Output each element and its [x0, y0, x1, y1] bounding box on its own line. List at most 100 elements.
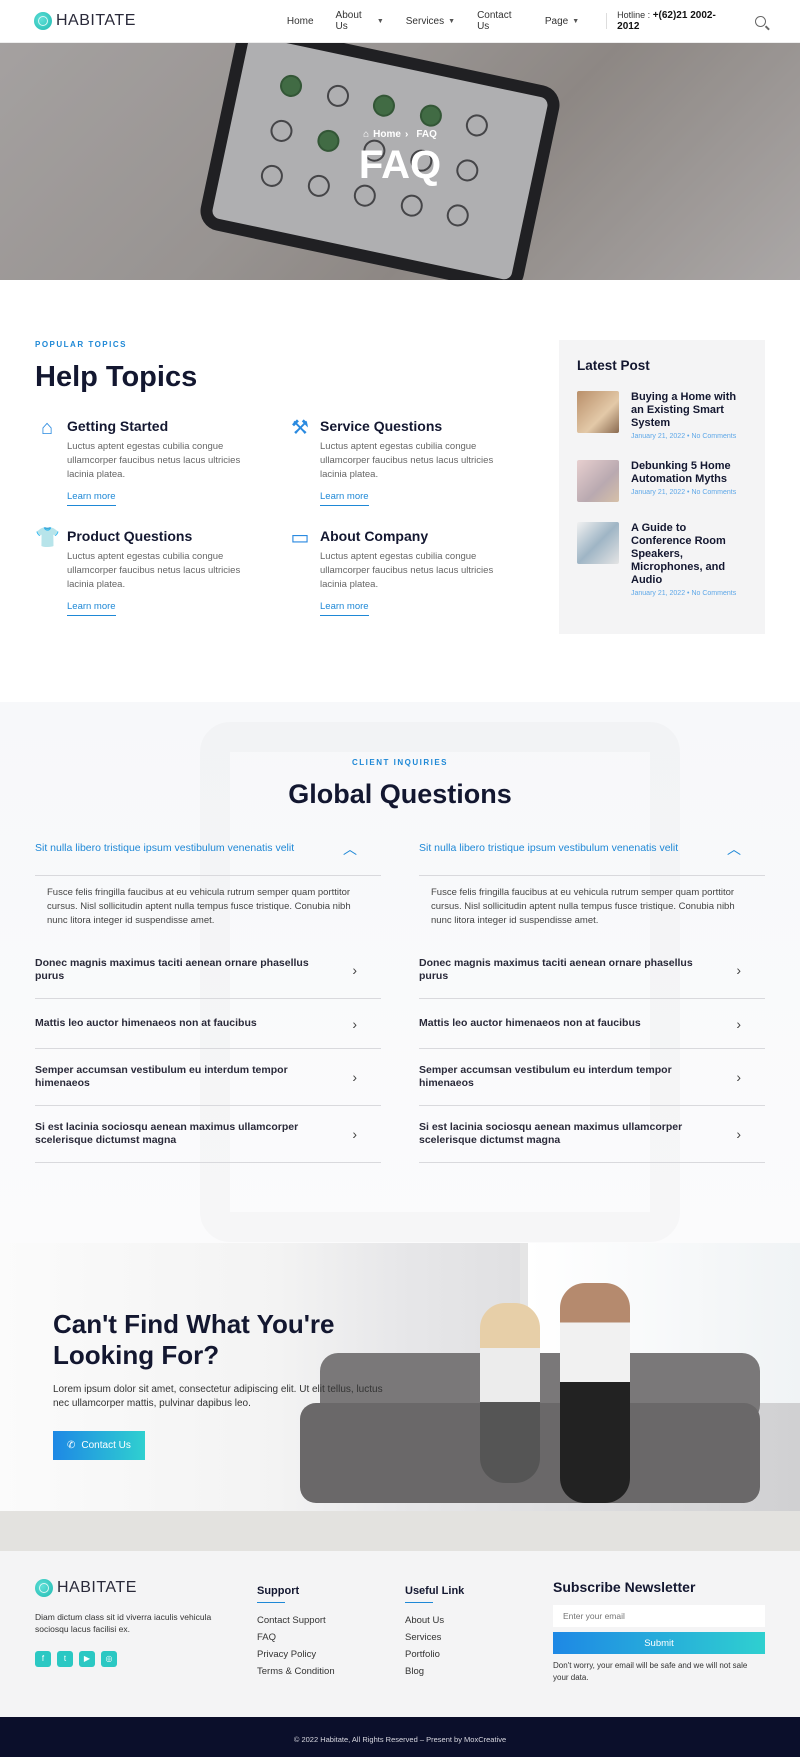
faq-question-open[interactable]: Sit nulla libero tristique ipsum vestibu… [35, 836, 381, 876]
woman-figure-image [480, 1303, 540, 1483]
footer-link[interactable]: Blog [405, 1666, 553, 1677]
nav-services-label: Services [405, 15, 445, 27]
faq-question[interactable]: Si est lacinia sociosqu aenean maximus u… [419, 1106, 765, 1163]
topic-title: About Company [320, 528, 429, 544]
topic-title: Getting Started [67, 418, 169, 434]
faq-question[interactable]: Mattis leo auctor himenaeos non at fauci… [35, 999, 381, 1049]
chevron-right-icon: › [352, 1126, 357, 1142]
nav-home-label: Home [286, 15, 314, 27]
floor-image [0, 1511, 800, 1551]
cta-section: Can't Find What You're Looking For? Lore… [0, 1243, 800, 1551]
divider [606, 13, 608, 29]
post-comments[interactable]: No Comments [691, 489, 736, 496]
footer-link[interactable]: About Us [405, 1615, 553, 1626]
learn-more-link[interactable]: Learn more [320, 601, 369, 616]
breadcrumb: ⌂ Home › FAQ [0, 129, 800, 140]
nav-page[interactable]: Page ▼ [534, 10, 590, 32]
page-hero: ⌂ Home › FAQ FAQ [0, 43, 800, 280]
cta-content: Can't Find What You're Looking For? Lore… [53, 1309, 393, 1460]
footer-link[interactable]: Services [405, 1632, 553, 1643]
faq-question[interactable]: Semper accumsan vestibulum eu interdum t… [35, 1049, 381, 1106]
twitter-icon[interactable]: t [57, 1651, 73, 1667]
nav-services[interactable]: Services ▼ [395, 10, 466, 32]
post-date: January 21, 2022 [631, 489, 686, 496]
post-thumbnail[interactable] [577, 391, 619, 433]
help-topics: POPULAR TOPICS Help Topics ⌂ Getting Sta… [35, 340, 535, 702]
tools-icon: ⚒ [291, 417, 309, 439]
footer-link[interactable]: Privacy Policy [257, 1649, 405, 1660]
chevron-right-icon: › [736, 962, 741, 978]
post-title[interactable]: A Guide to Conference Room Speakers, Mic… [631, 522, 747, 587]
nav-contact-label: Contact Us [477, 10, 512, 32]
post-title[interactable]: Buying a Home with an Existing Smart Sys… [631, 391, 747, 430]
learn-more-link[interactable]: Learn more [67, 601, 116, 616]
logo[interactable]: HABITATE [34, 12, 136, 30]
topic-text: Luctus aptent egestas cubilia congue ull… [67, 551, 241, 590]
topic-card: ⌂ Getting Started Luctus aptent egestas … [35, 416, 288, 506]
post-thumbnail[interactable] [577, 522, 619, 564]
faq-columns: Sit nulla libero tristique ipsum vestibu… [0, 836, 800, 1163]
topic-body: Service Questions Luctus aptent egestas … [320, 416, 510, 506]
post-item[interactable]: Buying a Home with an Existing Smart Sys… [577, 391, 747, 440]
footer-useful-links: Useful Link About Us Services Portfolio … [405, 1579, 553, 1717]
search-icon[interactable] [755, 15, 767, 27]
post-comments[interactable]: No Comments [691, 590, 736, 597]
newsletter: Subscribe Newsletter Submit Don't worry,… [553, 1579, 765, 1717]
useful-links: About Us Services Portfolio Blog [405, 1615, 553, 1677]
chevron-up-icon: ︿ [727, 840, 741, 857]
instagram-icon[interactable]: ◎ [101, 1651, 117, 1667]
topics-grid: ⌂ Getting Started Luctus aptent egestas … [35, 416, 535, 616]
faq-heading: CLIENT INQUIRIES Global Questions [0, 758, 800, 810]
chevron-down-icon: ▼ [572, 17, 580, 25]
newsletter-title: Subscribe Newsletter [553, 1579, 696, 1595]
faq-answer: Fusce felis fringilla faucibus at eu veh… [431, 887, 735, 926]
post-item[interactable]: A Guide to Conference Room Speakers, Mic… [577, 522, 747, 597]
footer-link[interactable]: Terms & Condition [257, 1666, 405, 1677]
section-eyebrow: POPULAR TOPICS [35, 340, 127, 349]
post-item[interactable]: Debunking 5 Home Automation Myths Januar… [577, 460, 747, 502]
post-thumbnail[interactable] [577, 460, 619, 502]
footer-link[interactable]: Contact Support [257, 1615, 405, 1626]
faq-question-text: Si est lacinia sociosqu aenean maximus u… [35, 1121, 299, 1146]
copyright-text: © 2022 Habitate, All Rights Reserved – P… [293, 1735, 507, 1744]
chevron-right-icon: › [352, 1069, 357, 1085]
faq-question-text: Donec magnis maximus taciti aenean ornar… [419, 957, 693, 982]
facebook-icon[interactable]: f [35, 1651, 51, 1667]
footer-link[interactable]: FAQ [257, 1632, 405, 1643]
faq-question[interactable]: Mattis leo auctor himenaeos non at fauci… [419, 999, 765, 1049]
footer-logo[interactable]: HABITATE [35, 1579, 257, 1597]
post-comments[interactable]: No Comments [691, 433, 736, 440]
faq-question[interactable]: Donec magnis maximus taciti aenean ornar… [35, 942, 381, 999]
page-title: FAQ [358, 143, 442, 187]
footer-link[interactable]: Portfolio [405, 1649, 553, 1660]
youtube-icon[interactable]: ▶ [79, 1651, 95, 1667]
contact-us-button[interactable]: ✆ Contact Us [53, 1431, 145, 1460]
learn-more-link[interactable]: Learn more [320, 491, 369, 506]
topic-body: About Company Luctus aptent egestas cubi… [320, 526, 510, 616]
latest-post-widget: Latest Post Buying a Home with an Existi… [559, 340, 765, 634]
nav-about-us[interactable]: About Us ▼ [325, 10, 395, 32]
brand-name: HABITATE [56, 12, 136, 29]
faq-question[interactable]: Si est lacinia sociosqu aenean maximus u… [35, 1106, 381, 1163]
faq-question[interactable]: Semper accumsan vestibulum eu interdum t… [419, 1049, 765, 1106]
nav-contact-us[interactable]: Contact Us [466, 10, 534, 32]
faq-column-left: Sit nulla libero tristique ipsum vestibu… [35, 836, 381, 1163]
post-title[interactable]: Debunking 5 Home Automation Myths [631, 460, 747, 486]
post-body: Debunking 5 Home Automation Myths Januar… [631, 460, 747, 502]
faq-question-open[interactable]: Sit nulla libero tristique ipsum vestibu… [419, 836, 765, 876]
submit-button[interactable]: Submit [553, 1632, 765, 1654]
breadcrumb-home[interactable]: Home [373, 129, 401, 140]
email-field[interactable] [553, 1605, 765, 1627]
help-topics-section: POPULAR TOPICS Help Topics ⌂ Getting Sta… [0, 280, 800, 702]
post-date: January 21, 2022 [631, 590, 686, 597]
nav-home[interactable]: Home [276, 10, 325, 32]
topic-text: Luctus aptent egestas cubilia congue ull… [320, 551, 494, 590]
faq-question[interactable]: Donec magnis maximus taciti aenean ornar… [419, 942, 765, 999]
chevron-right-icon: › [736, 1126, 741, 1142]
learn-more-link[interactable]: Learn more [67, 491, 116, 506]
faq-section: CLIENT INQUIRIES Global Questions Sit nu… [0, 702, 800, 1243]
topic-card: ▭ About Company Luctus aptent egestas cu… [288, 526, 541, 616]
site-footer: HABITATE Diam dictum class sit id viverr… [0, 1551, 800, 1717]
brand-name: HABITATE [57, 1579, 137, 1596]
copyright-bar: © 2022 Habitate, All Rights Reserved – P… [0, 1717, 800, 1757]
